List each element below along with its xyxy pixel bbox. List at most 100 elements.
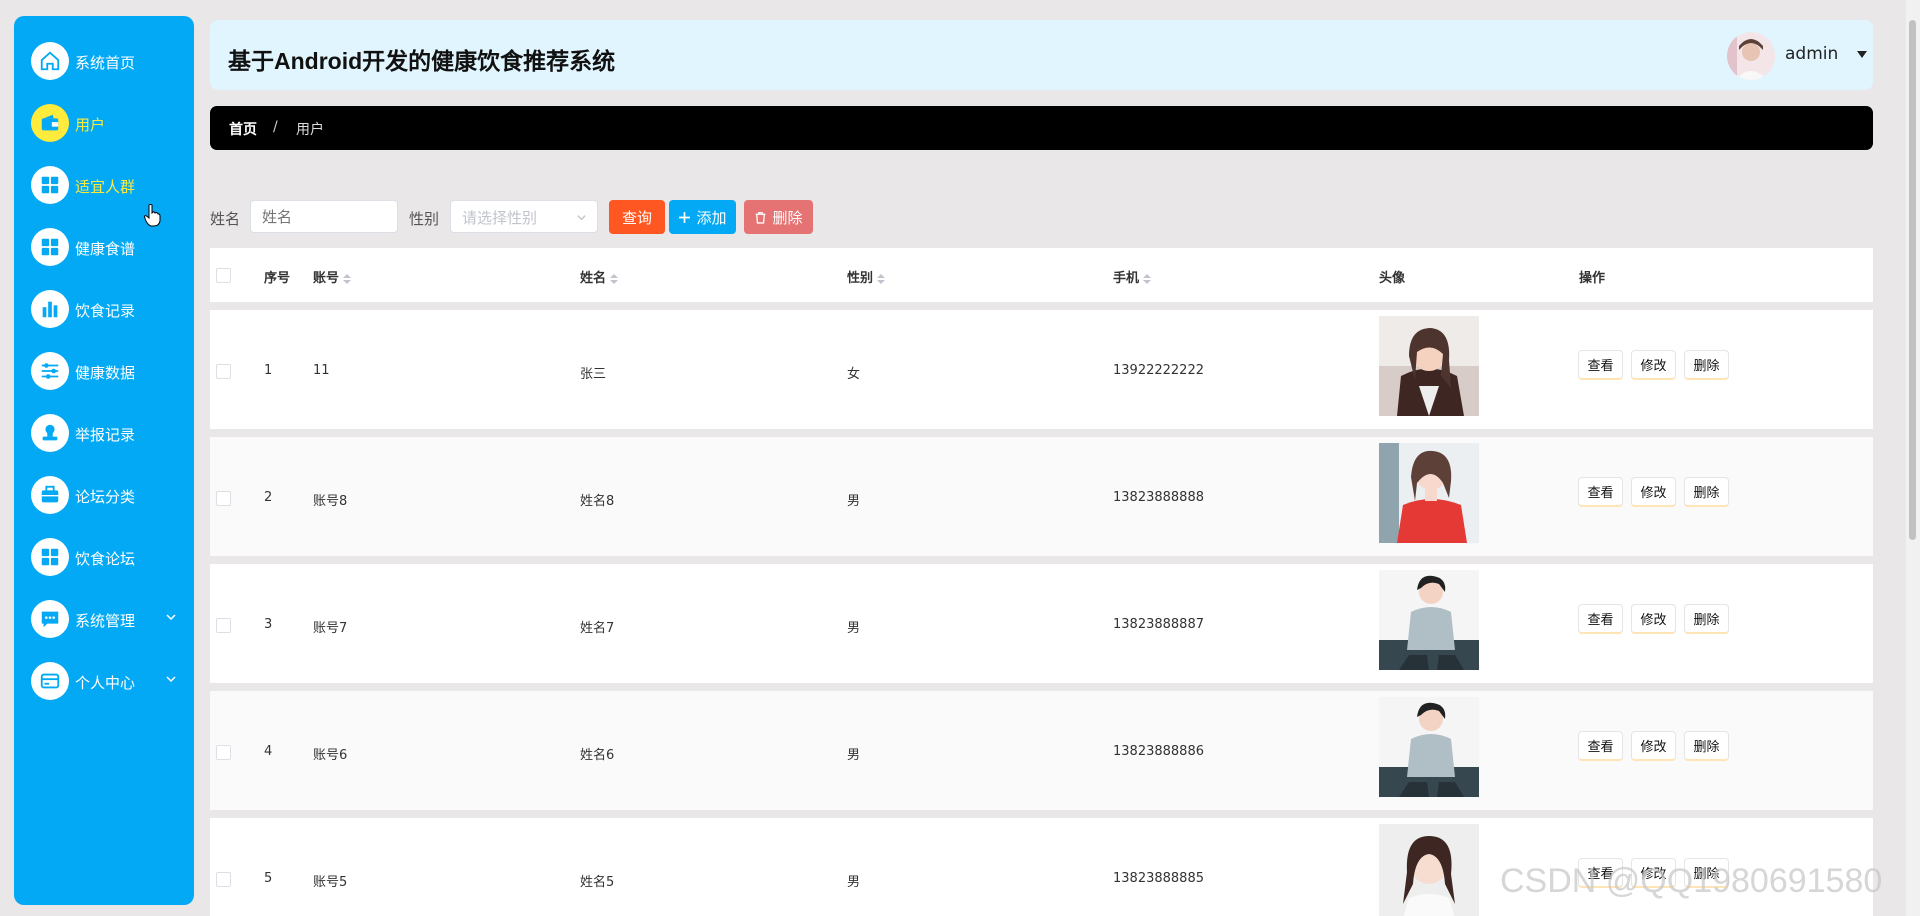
- view-button[interactable]: 查看: [1578, 604, 1623, 634]
- user-avatar-image: [1379, 316, 1479, 416]
- cell-index: 3: [264, 617, 273, 632]
- sliders-icon: [31, 352, 69, 390]
- row-checkbox[interactable]: [216, 618, 231, 633]
- cell-index: 2: [264, 490, 273, 505]
- cell-account: 11: [313, 363, 330, 378]
- query-button-label: 查询: [621, 208, 652, 227]
- table-row: 1 11 张三 女 13922222222 查看 修改 删除: [210, 310, 1873, 429]
- cell-phone: 13823888887: [1113, 617, 1204, 632]
- sort-icon[interactable]: [610, 273, 619, 285]
- sidebar-item-label: 举报记录: [75, 426, 136, 444]
- table-header: 序号 账号 姓名 性别 手机 头像 操作: [210, 248, 1873, 302]
- table-row: 3 账号7 姓名7 男 13823888887 查看 修改 删除: [210, 564, 1873, 683]
- chevron-down-icon: [166, 676, 176, 683]
- column-header-label: 手机: [1113, 271, 1140, 286]
- watermark: CSDN @QQ1980691580: [1500, 862, 1883, 900]
- sort-icon[interactable]: [343, 273, 352, 285]
- view-button[interactable]: 查看: [1578, 731, 1623, 761]
- column-header-label: 性别: [847, 271, 874, 286]
- row-delete-button[interactable]: 删除: [1684, 604, 1729, 634]
- table-row: 4 账号6 姓名6 男 13823888886 查看 修改 删除: [210, 691, 1873, 810]
- sidebar-item-health-data[interactable]: 健康数据: [14, 344, 194, 400]
- sidebar-item-label: 饮食记录: [75, 302, 136, 320]
- sidebar-item-diet-records[interactable]: 饮食记录: [14, 282, 194, 338]
- app-title: 基于Android开发的健康饮食推荐系统: [228, 48, 616, 74]
- cell-name: 姓名5: [580, 875, 615, 890]
- sidebar-item-label: 系统管理: [75, 612, 136, 630]
- query-button[interactable]: 查询: [609, 200, 665, 234]
- sort-icon[interactable]: [877, 273, 886, 285]
- sidebar-item-users[interactable]: 用户: [14, 96, 194, 152]
- top-header: 基于Android开发的健康饮食推荐系统 admin: [210, 20, 1873, 90]
- edit-button[interactable]: 修改: [1631, 731, 1676, 761]
- view-button[interactable]: 查看: [1578, 350, 1623, 380]
- cell-phone: 13823888888: [1113, 490, 1204, 505]
- row-checkbox[interactable]: [216, 745, 231, 760]
- cell-account: 账号8: [313, 494, 348, 509]
- column-header-phone[interactable]: 手机: [1113, 267, 1152, 286]
- breadcrumb-current: 用户: [296, 122, 324, 138]
- view-button[interactable]: 查看: [1578, 477, 1623, 507]
- gender-select[interactable]: 请选择性别: [450, 200, 598, 233]
- grid-icon: [31, 166, 69, 204]
- sidebar-item-diet-forum[interactable]: 饮食论坛: [14, 530, 194, 586]
- caret-down-icon[interactable]: [1857, 51, 1867, 59]
- column-header-name[interactable]: 姓名: [580, 267, 619, 286]
- sidebar-item-reports[interactable]: 举报记录: [14, 406, 194, 462]
- sidebar-item-forum-categories[interactable]: 论坛分类: [14, 468, 194, 524]
- row-delete-button[interactable]: 删除: [1684, 731, 1729, 761]
- breadcrumb-home[interactable]: 首页: [229, 119, 257, 139]
- row-checkbox[interactable]: [216, 491, 231, 506]
- scrollbar-thumb[interactable]: [1909, 20, 1916, 540]
- sort-icon[interactable]: [1143, 273, 1152, 285]
- table-row: 2 账号8 姓名8 男 13823888888 查看 修改 删除: [210, 437, 1873, 556]
- cell-index: 4: [264, 744, 273, 759]
- user-avatar-image: [1379, 824, 1479, 916]
- sidebar-item-label: 论坛分类: [75, 488, 136, 506]
- cell-name: 张三: [580, 367, 607, 382]
- edit-button[interactable]: 修改: [1631, 350, 1676, 380]
- user-avatar-image: [1379, 697, 1479, 797]
- stamp-icon: [31, 414, 69, 452]
- row-delete-button[interactable]: 删除: [1684, 477, 1729, 507]
- grid-icon: [31, 538, 69, 576]
- sidebar-item-personal-center[interactable]: 个人中心: [14, 654, 194, 710]
- sidebar-item-suitable-groups[interactable]: 适宜人群: [14, 158, 194, 214]
- sidebar-item-label: 个人中心: [75, 674, 136, 692]
- sidebar-item-home[interactable]: 系统首页: [14, 34, 194, 90]
- bar-chart-icon: [31, 290, 69, 328]
- sidebar: 系统首页 用户 适宜人群 健康食谱 饮食记录 健康数据 举报记录 论坛分类 饮食…: [14, 16, 194, 905]
- briefcase-icon: [31, 476, 69, 514]
- trash-icon: [756, 211, 766, 224]
- name-search-input[interactable]: [250, 200, 398, 233]
- chevron-down-icon: [166, 614, 176, 621]
- column-header-account[interactable]: 账号: [313, 267, 352, 286]
- delete-button[interactable]: 删除: [744, 200, 813, 234]
- page-scrollbar[interactable]: [1906, 0, 1920, 916]
- user-avatar-image: [1379, 443, 1479, 543]
- edit-button[interactable]: 修改: [1631, 477, 1676, 507]
- avatar[interactable]: [1727, 32, 1775, 80]
- row-checkbox[interactable]: [216, 872, 231, 887]
- column-header-gender[interactable]: 性别: [847, 267, 886, 286]
- home-icon: [31, 42, 69, 80]
- sidebar-item-system-management[interactable]: 系统管理: [14, 592, 194, 648]
- sidebar-item-recipes[interactable]: 健康食谱: [14, 220, 194, 276]
- username[interactable]: admin: [1785, 44, 1838, 64]
- row-checkbox[interactable]: [216, 364, 231, 379]
- cell-gender: 男: [847, 621, 861, 636]
- add-button[interactable]: 添加: [669, 200, 736, 234]
- add-button-label: 添加: [696, 208, 727, 227]
- cell-name: 姓名6: [580, 748, 615, 763]
- gender-label: 性别: [409, 210, 440, 228]
- hand-cursor-icon: [143, 204, 161, 227]
- chevron-down-icon: [577, 215, 586, 221]
- column-header-avatar: 头像: [1379, 271, 1406, 286]
- edit-button[interactable]: 修改: [1631, 604, 1676, 634]
- select-all-checkbox[interactable]: [216, 268, 231, 283]
- row-delete-button[interactable]: 删除: [1684, 350, 1729, 380]
- breadcrumb: 首页 / 用户: [210, 106, 1873, 150]
- cell-account: 账号7: [313, 621, 348, 636]
- cell-phone: 13823888885: [1113, 871, 1204, 886]
- cell-gender: 男: [847, 494, 861, 509]
